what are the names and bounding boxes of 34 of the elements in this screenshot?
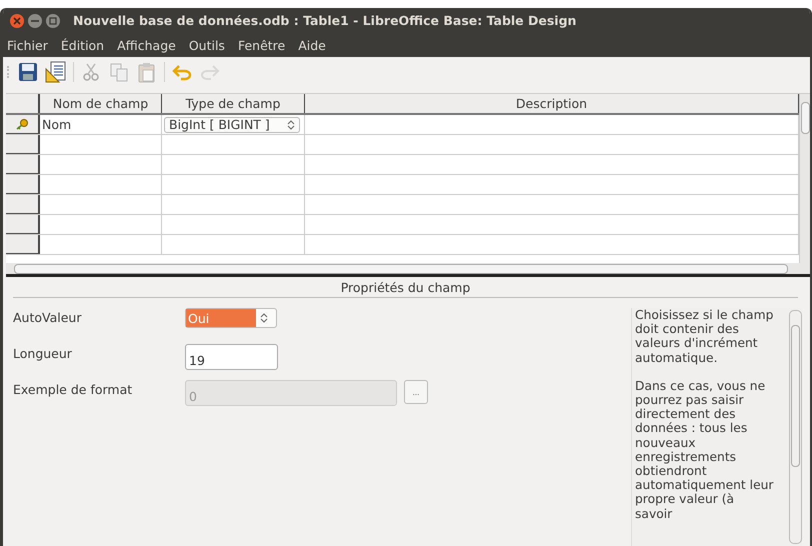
row-header[interactable] — [6, 195, 40, 214]
row-header[interactable] — [6, 155, 40, 174]
field-label: Longueur — [13, 345, 73, 361]
help-scrollbar[interactable] — [789, 310, 802, 544]
menu-item[interactable]: Édition — [60, 38, 104, 52]
menu-item[interactable]: Fichier — [7, 38, 48, 52]
input-field[interactable]: 19 — [185, 344, 278, 370]
table-cell: Nom — [40, 115, 162, 134]
column-header[interactable]: Nom de champ — [40, 94, 162, 113]
section-title: Propriétés du champ — [13, 277, 798, 298]
row-header[interactable] — [6, 215, 40, 234]
menu-item[interactable]: Outils — [188, 38, 225, 52]
help-text: Dans ce cas, vous ne pourrez pas saisir directement des données : tous les nouveaux enregistrements obtiendront automatiquement leur propre valeur (à savoir — [635, 378, 774, 521]
vertical-scrollbar[interactable] — [799, 94, 810, 263]
minimize-icon[interactable] — [28, 14, 42, 28]
menu-item[interactable]: Aide — [298, 38, 326, 52]
spinner-arrows-icon — [287, 118, 295, 130]
maximize-icon[interactable] — [46, 14, 60, 28]
close-icon[interactable] — [10, 14, 24, 28]
type-dropdown[interactable]: BigInt [ BIGINT ] — [164, 116, 300, 132]
window-title: Nouvelle base de données.odb : Table1 - LibreOffice Base: Table Design — [73, 13, 576, 28]
row-header[interactable] — [6, 235, 40, 254]
horizontal-scrollbar[interactable] — [6, 263, 810, 277]
menu-item[interactable]: Fenêtre — [238, 38, 286, 52]
spinner-arrows-icon — [260, 312, 268, 324]
menu-item[interactable]: Affichage — [117, 38, 176, 52]
row-header[interactable] — [6, 175, 40, 194]
ruler-document-icon[interactable] — [45, 61, 67, 83]
field-label: Exemple de format — [13, 381, 134, 397]
column-header[interactable]: Type de champ — [162, 94, 305, 113]
help-text: Choisissez si le champ doit contenir des valeurs d'incrément automatique. — [635, 308, 774, 365]
field-label: AutoValeur — [13, 309, 82, 325]
row-header[interactable] — [6, 115, 40, 134]
row-header[interactable] — [6, 135, 40, 154]
